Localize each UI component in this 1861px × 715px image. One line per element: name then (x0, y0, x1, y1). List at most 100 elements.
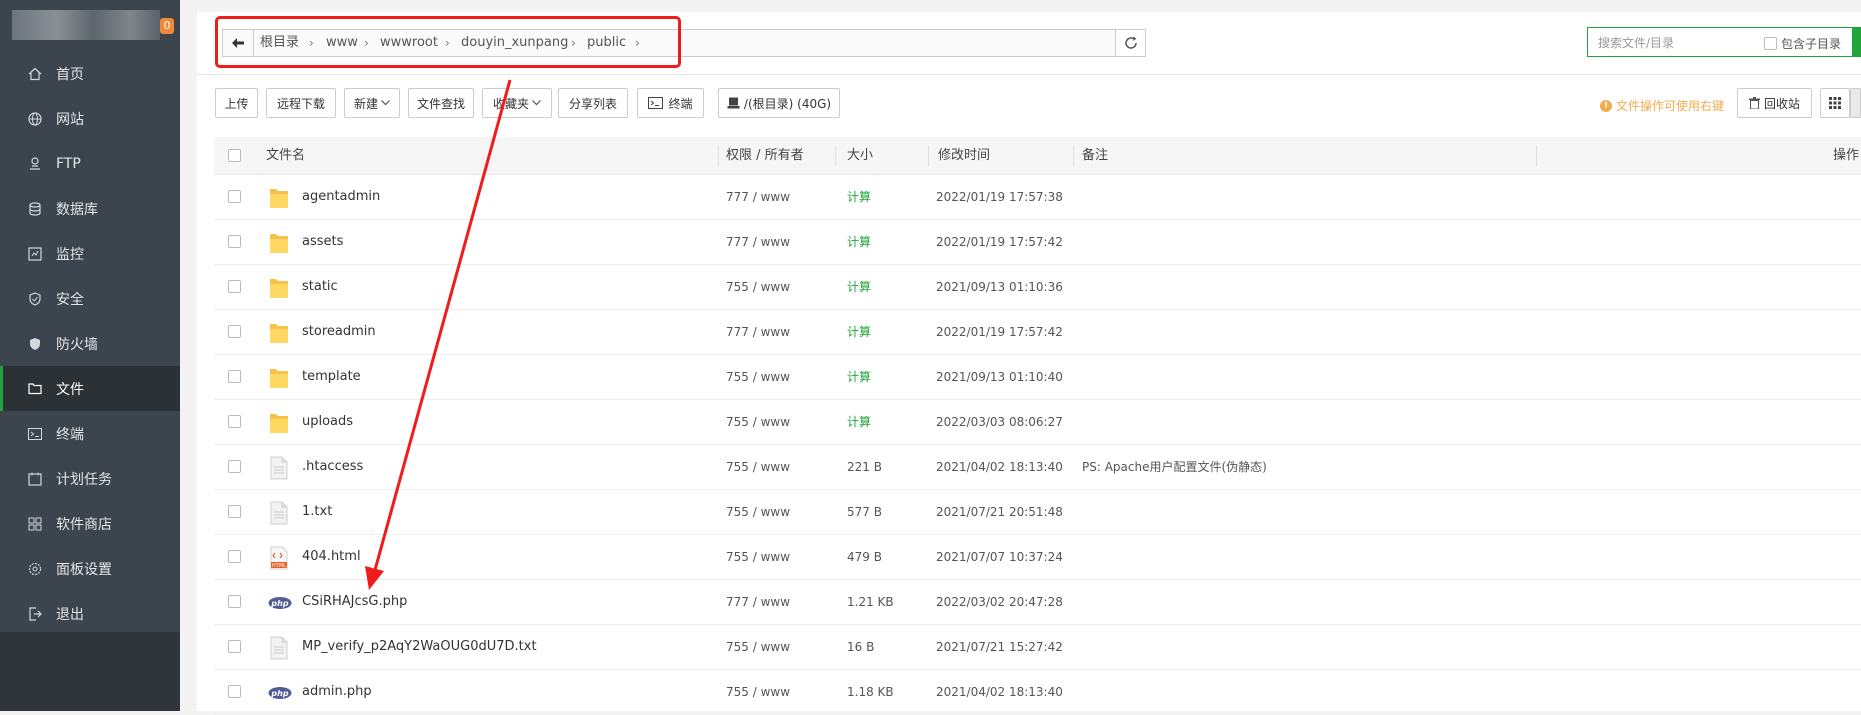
table-row[interactable]: 1.txt 755 / www 577 B 2021/07/21 20:51:48 (214, 490, 1861, 535)
file-size: 221 B (847, 460, 882, 474)
table-row[interactable]: assets 777 / www 计算 2022/01/19 17:57:42 (214, 220, 1861, 265)
file-perm[interactable]: 755 / www (726, 490, 790, 534)
file-perm[interactable]: 755 / www (726, 400, 790, 444)
recycle-label: 回收站 (1763, 96, 1800, 111)
include-subdir-label: 包含子目录 (1781, 37, 1842, 51)
row-checkbox[interactable] (228, 685, 241, 698)
file-mtime: 2022/01/19 17:57:42 (936, 235, 1063, 249)
file-name[interactable]: admin.php (302, 670, 372, 714)
remote-download-button[interactable]: 远程下载 (266, 88, 336, 118)
table-row[interactable]: php admin.php 755 / www 1.18 KB 2021/04/02 1… (214, 670, 1861, 715)
sidebar-item-11[interactable]: 面板设置 (0, 546, 180, 591)
file-perm[interactable]: 777 / www (726, 175, 790, 219)
terminal-button[interactable]: 终端 (637, 88, 704, 118)
file-perm[interactable]: 777 / www (726, 580, 790, 624)
file-name[interactable]: assets (302, 220, 343, 264)
sidebar-item-8[interactable]: 终端 (0, 411, 180, 456)
file-perm[interactable]: 755 / www (726, 265, 790, 309)
row-checkbox[interactable] (228, 280, 241, 293)
file-size[interactable]: 计算 (847, 355, 871, 399)
col-mtime[interactable]: 修改时间 (938, 137, 990, 174)
table-row[interactable]: .htaccess 755 / www 221 B 2021/04/02 18:13:… (214, 445, 1861, 490)
file-size[interactable]: 计算 (847, 400, 871, 444)
checkbox[interactable] (1764, 37, 1777, 50)
trash-icon (1748, 97, 1760, 109)
new-dropdown-button[interactable]: 新建 (344, 88, 400, 118)
upload-button[interactable]: 上传 (215, 88, 258, 118)
file-size: 1.21 KB (847, 595, 894, 609)
file-name[interactable]: agentadmin (302, 175, 380, 219)
file-name[interactable]: 404.html (302, 535, 361, 579)
file-size[interactable]: 计算 (847, 310, 871, 354)
row-checkbox[interactable] (228, 370, 241, 383)
sidebar-item-10[interactable]: 软件商店 (0, 501, 180, 546)
notification-badge[interactable]: 0 (160, 18, 174, 34)
row-checkbox[interactable] (228, 460, 241, 473)
col-ops: 操作 (1833, 148, 1860, 163)
row-checkbox[interactable] (228, 235, 241, 248)
row-checkbox[interactable] (228, 190, 241, 203)
table-row[interactable]: agentadmin 777 / www 计算 2022/01/19 17:57:38 (214, 175, 1861, 220)
file-name[interactable]: 1.txt (302, 490, 332, 534)
sidebar-item-7[interactable]: 文件 (0, 366, 180, 411)
file-name[interactable]: static (302, 265, 338, 309)
file-perm[interactable]: 777 / www (726, 220, 790, 264)
file-name[interactable]: .htaccess (302, 445, 363, 489)
share-list-button[interactable]: 分享列表 (558, 88, 628, 118)
row-checkbox[interactable] (228, 550, 241, 563)
sidebar-item-9[interactable]: 计划任务 (0, 456, 180, 501)
file-name[interactable]: uploads (302, 400, 353, 444)
svg-text:php: php (270, 599, 288, 608)
file-name[interactable]: storeadmin (302, 310, 376, 354)
include-subdir-checkbox[interactable]: 包含子目录 (1764, 35, 1841, 52)
table-row[interactable]: static 755 / www 计算 2021/09/13 01:10:36 (214, 265, 1861, 310)
table-row[interactable]: HTML 404.html 755 / www 479 B 2021/07/07 10:… (214, 535, 1861, 580)
sidebar-item-5[interactable]: 安全 (0, 276, 180, 321)
file-name[interactable]: CSiRHAJcsG.php (302, 580, 407, 624)
recycle-bin-button[interactable]: 回收站 (1737, 88, 1812, 118)
row-checkbox[interactable] (228, 325, 241, 338)
table-row[interactable]: php CSiRHAJcsG.php 777 / www 1.21 KB 2022/03… (214, 580, 1861, 625)
select-all-checkbox[interactable] (228, 149, 241, 162)
col-perm[interactable]: 权限 / 所有者 (726, 137, 804, 174)
col-size[interactable]: 大小 (847, 137, 873, 174)
list-view-button[interactable] (1850, 88, 1861, 118)
search-button[interactable] (1852, 28, 1860, 56)
col-name[interactable]: 文件名 (266, 137, 305, 174)
file-remark[interactable]: PS: Apache用户配置文件(伪静态) (1082, 445, 1267, 489)
find-file-button[interactable]: 文件查找 (408, 88, 474, 118)
favorites-dropdown-button[interactable]: 收藏夹 (482, 88, 552, 118)
file-name[interactable]: template (302, 355, 361, 399)
row-checkbox[interactable] (228, 595, 241, 608)
search-input[interactable] (1596, 33, 1760, 53)
file-perm[interactable]: 755 / www (726, 355, 790, 399)
file-size[interactable]: 计算 (847, 265, 871, 309)
sidebar-item-1[interactable]: 网站 (0, 96, 180, 141)
sidebar-item-12[interactable]: 退出 (0, 591, 180, 636)
file-perm[interactable]: 755 / www (726, 445, 790, 489)
row-checkbox[interactable] (228, 640, 241, 653)
file-name[interactable]: MP_verify_p2AqY2WaOUG0dU7D.txt (302, 625, 537, 669)
file-perm[interactable]: 777 / www (726, 310, 790, 354)
file-perm[interactable]: 755 / www (726, 670, 790, 714)
sidebar-item-3[interactable]: 数据库 (0, 186, 180, 231)
sidebar-item-6[interactable]: 防火墙 (0, 321, 180, 366)
sidebar-item-0[interactable]: 首页 (0, 51, 180, 96)
text-file-icon (268, 456, 290, 480)
file-perm[interactable]: 755 / www (726, 535, 790, 579)
table-row[interactable]: MP_verify_p2AqY2WaOUG0dU7D.txt 755 / www 1… (214, 625, 1861, 670)
sidebar-item-4[interactable]: 监控 (0, 231, 180, 276)
grid-view-button[interactable] (1820, 88, 1850, 118)
file-perm[interactable]: 755 / www (726, 625, 790, 669)
table-row[interactable]: template 755 / www 计算 2021/09/13 01:10:40 (214, 355, 1861, 400)
sidebar-item-2[interactable]: FTP (0, 141, 180, 186)
file-size[interactable]: 计算 (847, 175, 871, 219)
row-checkbox[interactable] (228, 415, 241, 428)
disk-button[interactable]: /(根目录) (40G) (718, 88, 840, 118)
refresh-button[interactable] (1116, 29, 1146, 57)
table-row[interactable]: storeadmin 777 / www 计算 2022/01/19 17:57:42 (214, 310, 1861, 355)
file-mtime: 2021/09/13 01:10:40 (936, 370, 1063, 384)
row-checkbox[interactable] (228, 505, 241, 518)
file-size[interactable]: 计算 (847, 220, 871, 264)
table-row[interactable]: uploads 755 / www 计算 2022/03/03 08:06:27 (214, 400, 1861, 445)
